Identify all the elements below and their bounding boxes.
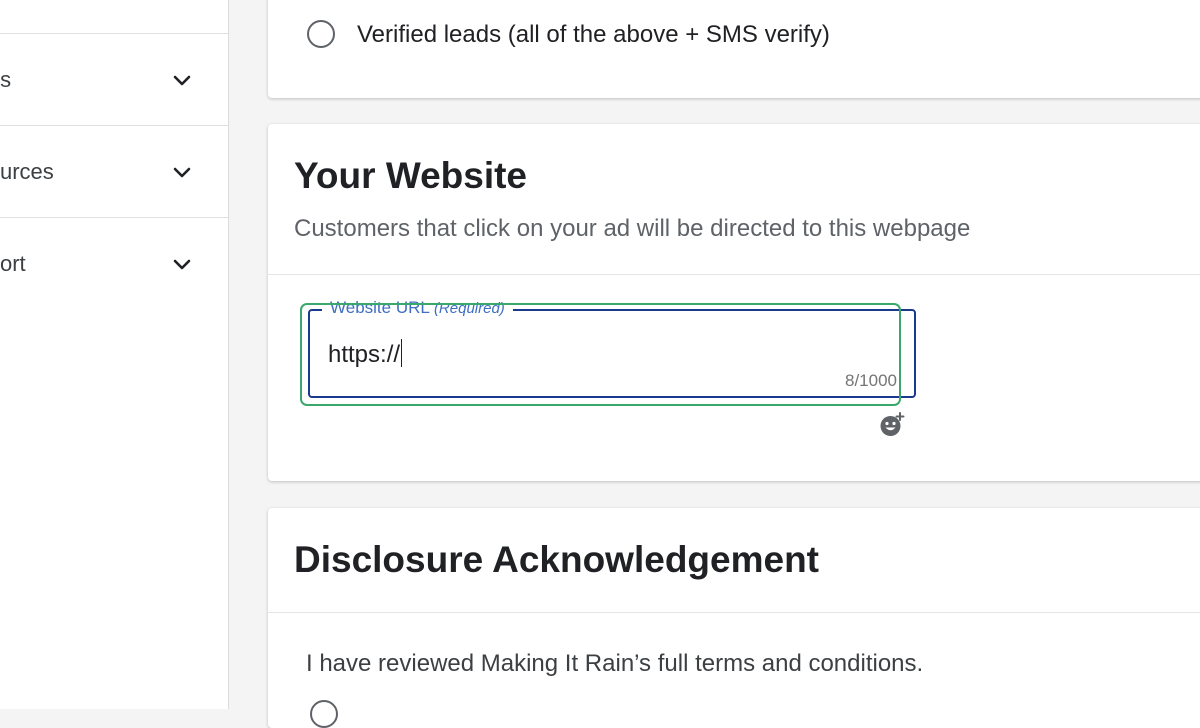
sidebar-item-label: urces bbox=[0, 159, 54, 184]
website-subtitle: Customers that click on your ad will be … bbox=[294, 215, 971, 242]
website-card: Your Website Customers that click on you… bbox=[268, 124, 1200, 481]
disclosure-terms-text: I have reviewed Making It Rain’s full te… bbox=[306, 650, 924, 677]
disclosure-card: Disclosure Acknowledgement I have review… bbox=[268, 508, 1200, 728]
sidebar-item-label: ts bbox=[0, 67, 12, 92]
section-divider bbox=[268, 274, 1200, 275]
website-title: Your Website bbox=[294, 155, 528, 196]
chevron-down-icon[interactable] bbox=[170, 160, 194, 184]
verified-leads-radio[interactable] bbox=[307, 20, 335, 48]
sidebar: ts urces ort bbox=[0, 0, 229, 709]
disclosure-radio[interactable] bbox=[310, 700, 338, 728]
sidebar-item-1[interactable]: ts bbox=[0, 34, 228, 126]
section-divider bbox=[268, 612, 1200, 613]
chevron-down-icon[interactable] bbox=[170, 68, 194, 92]
focus-highlight bbox=[300, 303, 901, 406]
lead-options-card: Verified leads (all of the above + SMS v… bbox=[268, 0, 1200, 98]
add-emoji-icon[interactable] bbox=[879, 412, 905, 438]
sidebar-item-3[interactable]: ort bbox=[0, 218, 228, 310]
disclosure-title: Disclosure Acknowledgement bbox=[294, 539, 819, 580]
sidebar-item-2[interactable]: urces bbox=[0, 126, 228, 218]
verified-leads-label[interactable]: Verified leads (all of the above + SMS v… bbox=[357, 21, 830, 49]
chevron-down-icon[interactable] bbox=[170, 252, 194, 276]
sidebar-item-label: ort bbox=[0, 251, 26, 276]
